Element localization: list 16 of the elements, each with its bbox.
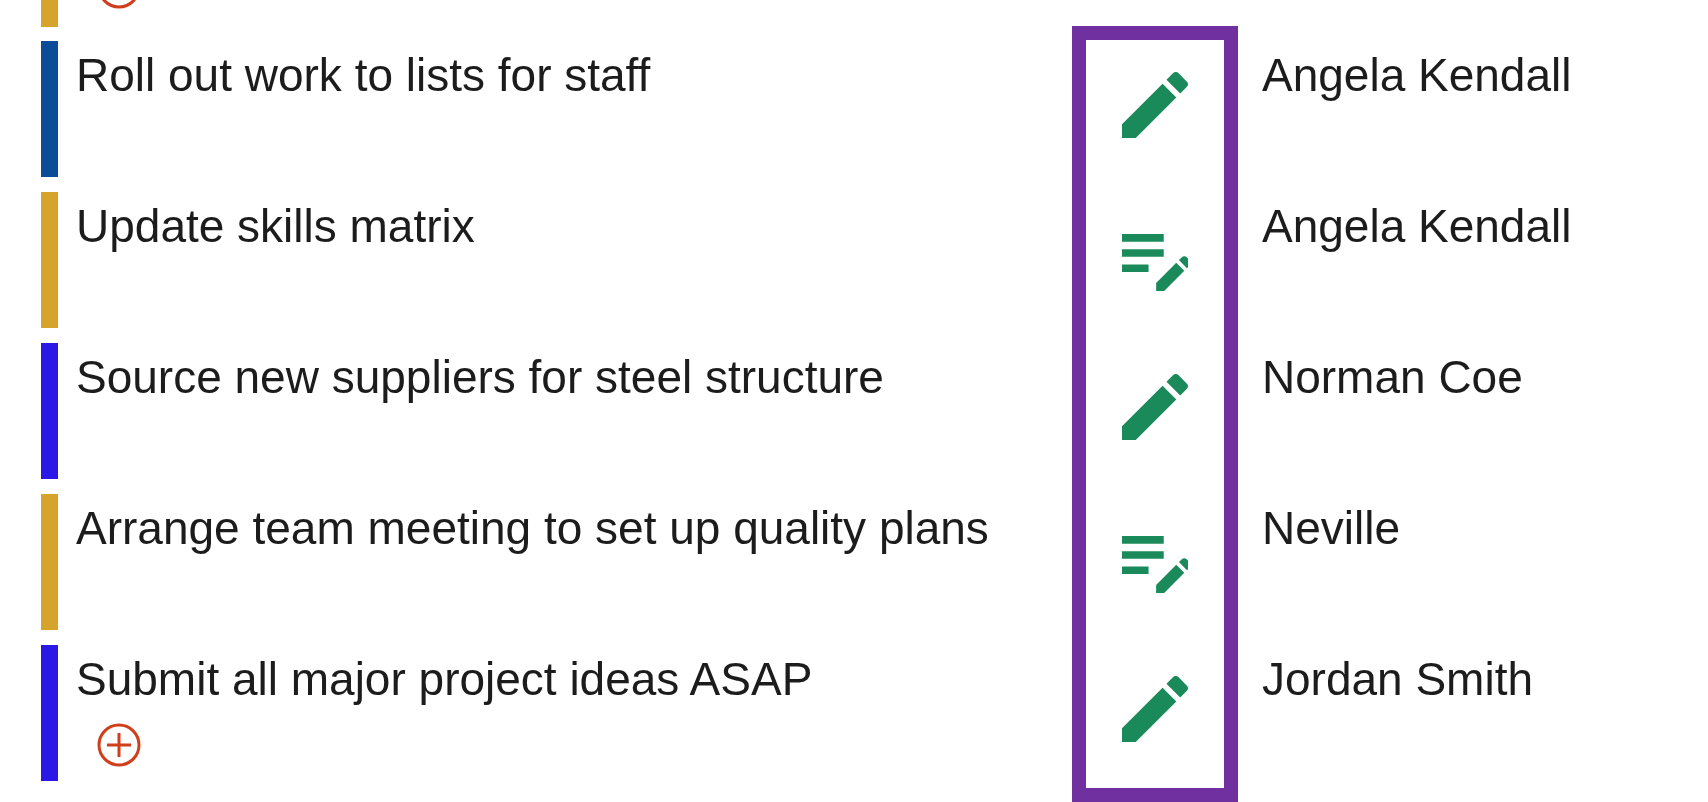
task-title: Source new suppliers for steel structure <box>76 353 884 401</box>
task-title: Arrange team meeting to set up quality plans <box>76 504 989 552</box>
task-title: Update skills matrix <box>76 202 475 250</box>
notes-pencil-icon[interactable] <box>1122 536 1188 593</box>
assignee-name: Neville <box>1262 504 1401 552</box>
notes-pencil-icon[interactable] <box>1122 234 1188 291</box>
assignee-name: Angela Kendall <box>1262 51 1572 99</box>
task-title: Submit all major project ideas ASAP <box>76 655 813 703</box>
pencil-icon[interactable] <box>1122 676 1188 742</box>
pencil-icon[interactable] <box>1122 72 1188 138</box>
assignee-name: Norman Coe <box>1262 353 1523 401</box>
assignee-name: Jordan Smith <box>1262 655 1533 703</box>
task-title: Roll out work to lists for staff <box>76 51 651 99</box>
assignee-name: Angela Kendall <box>1262 202 1572 250</box>
pencil-icon[interactable] <box>1122 374 1188 440</box>
plus-circle-icon[interactable] <box>97 723 141 767</box>
